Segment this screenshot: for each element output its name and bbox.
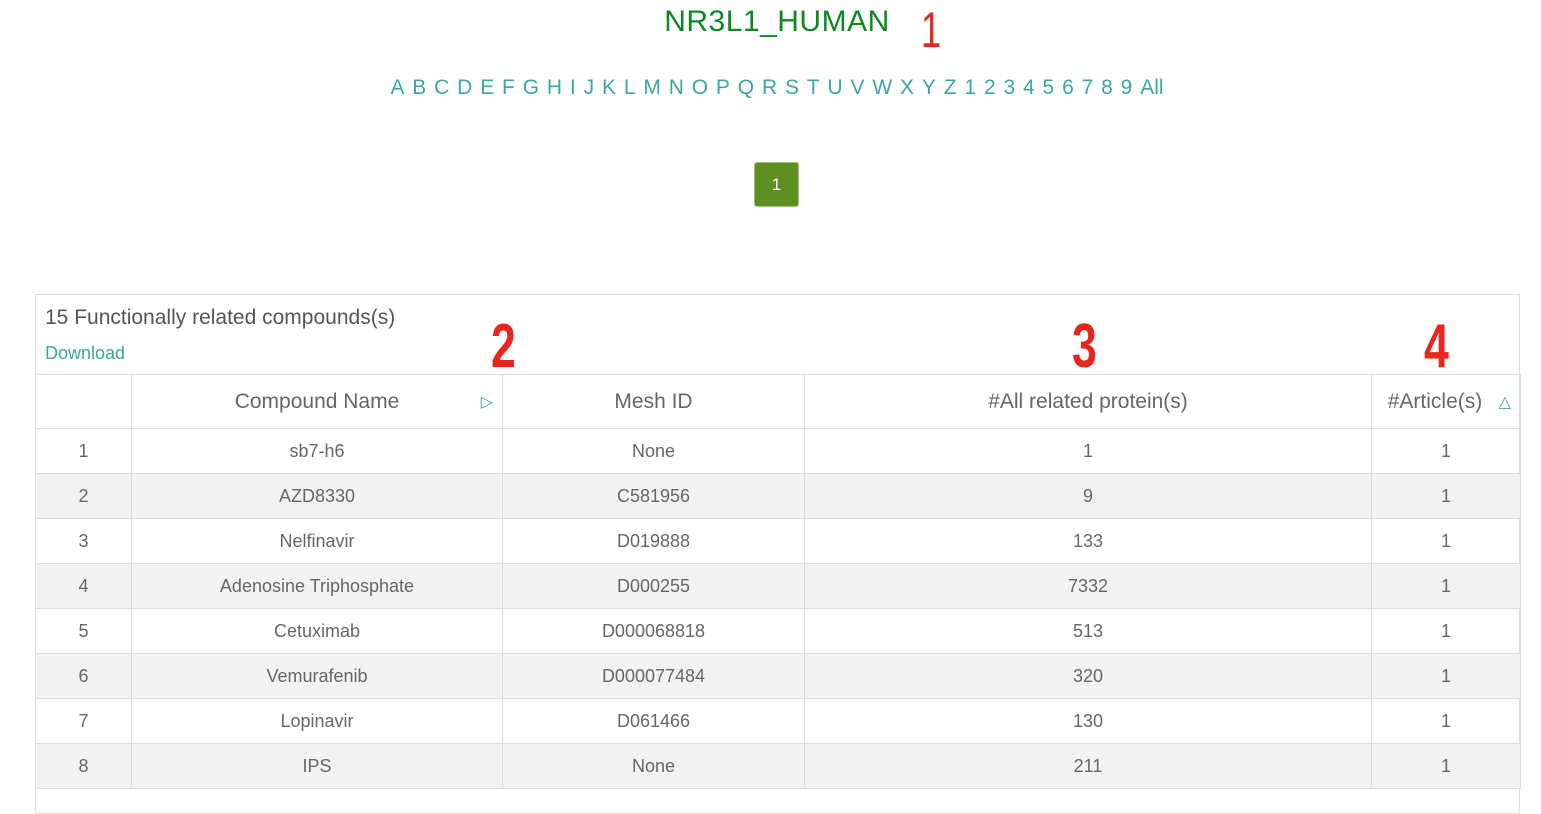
alphabet-filter-link[interactable]: 7 bbox=[1082, 76, 1094, 99]
annotation-marker-1: 1 bbox=[921, 2, 942, 58]
triangle-up-icon[interactable]: △ bbox=[1499, 392, 1511, 412]
alphabet-filter-link[interactable]: 6 bbox=[1062, 76, 1074, 99]
table-row: 6 Vemurafenib D000077484 320 1 bbox=[35, 653, 1521, 699]
alphabet-filter-link[interactable]: X bbox=[900, 76, 914, 99]
alphabet-filter-link[interactable]: Z bbox=[944, 76, 957, 99]
row-index-cell: 7 bbox=[35, 698, 132, 744]
alphabet-filter-link[interactable]: T bbox=[807, 76, 820, 99]
alphabet-filter-link[interactable]: O bbox=[692, 76, 708, 99]
mesh-id-cell[interactable]: C581956 bbox=[502, 473, 805, 519]
alphabet-filter-link[interactable]: P bbox=[716, 76, 730, 99]
panel-heading: 15 Functionally related compounds(s) bbox=[45, 306, 396, 329]
articles-link[interactable]: 1 bbox=[1371, 428, 1521, 474]
compound-name-link[interactable]: Nelfinavir bbox=[131, 518, 503, 564]
pagination-page-1[interactable]: 1 bbox=[754, 162, 799, 207]
alphabet-filter-link[interactable]: Q bbox=[738, 76, 754, 99]
compounds-table: Compound Name ▷ Mesh ID #All related pro… bbox=[35, 374, 1521, 789]
alphabet-filter-link[interactable]: J bbox=[584, 76, 595, 99]
table-row: 5 Cetuximab D000068818 513 1 bbox=[35, 608, 1521, 654]
alphabet-filter-link[interactable]: G bbox=[523, 76, 539, 99]
alphabet-filter-link[interactable]: 9 bbox=[1121, 76, 1133, 99]
compound-name-link[interactable]: sb7-h6 bbox=[131, 428, 503, 474]
annotation-marker-2: 2 bbox=[491, 312, 516, 381]
column-header-label: Compound Name bbox=[234, 389, 400, 413]
alphabet-filter-link[interactable]: H bbox=[547, 76, 562, 99]
row-index-cell: 5 bbox=[35, 608, 132, 654]
row-index-cell: 3 bbox=[35, 518, 132, 564]
table-row: 7 Lopinavir D061466 130 1 bbox=[35, 698, 1521, 744]
related-proteins-link[interactable]: 133 bbox=[804, 518, 1372, 564]
alphabet-filter-link[interactable]: 4 bbox=[1023, 76, 1035, 99]
alphabet-filter-link[interactable]: I bbox=[570, 76, 576, 99]
triangle-right-icon[interactable]: ▷ bbox=[481, 392, 493, 412]
alphabet-filter-link[interactable]: C bbox=[434, 76, 449, 99]
alphabet-filter-link[interactable]: V bbox=[851, 76, 865, 99]
table-row: 3 Nelfinavir D019888 133 1 bbox=[35, 518, 1521, 564]
alphabet-filter: A B C D E F G H I J K L M N O P Q R S T … bbox=[0, 74, 1541, 102]
alphabet-filter-link[interactable]: W bbox=[872, 76, 892, 99]
related-proteins-link[interactable]: 513 bbox=[804, 608, 1372, 654]
articles-link[interactable]: 1 bbox=[1371, 518, 1521, 564]
articles-link[interactable]: 1 bbox=[1371, 608, 1521, 654]
mesh-id-cell[interactable]: D000255 bbox=[502, 563, 805, 609]
compound-name-link[interactable]: Lopinavir bbox=[131, 698, 503, 744]
articles-link[interactable]: 1 bbox=[1371, 563, 1521, 609]
compound-name-link[interactable]: Cetuximab bbox=[131, 608, 503, 654]
table-row: 1 sb7-h6 None 1 1 bbox=[35, 428, 1521, 474]
alphabet-filter-link[interactable]: L bbox=[624, 76, 636, 99]
alphabet-filter-link[interactable]: K bbox=[602, 76, 616, 99]
articles-link[interactable]: 1 bbox=[1371, 653, 1521, 699]
column-header-compound-name[interactable]: Compound Name ▷ bbox=[131, 374, 503, 429]
articles-link[interactable]: 1 bbox=[1371, 698, 1521, 744]
mesh-id-cell[interactable]: D019888 bbox=[502, 518, 805, 564]
alphabet-filter-link[interactable]: U bbox=[827, 76, 842, 99]
alphabet-filter-link[interactable]: D bbox=[457, 76, 472, 99]
related-proteins-link[interactable]: 7332 bbox=[804, 563, 1372, 609]
table-row: 4 Adenosine Triphosphate D000255 7332 1 bbox=[35, 563, 1521, 609]
column-header-mesh-id[interactable]: Mesh ID bbox=[502, 374, 805, 429]
page-title: NR3L1_HUMAN bbox=[664, 5, 890, 38]
table-header-row: Compound Name ▷ Mesh ID #All related pro… bbox=[35, 374, 1521, 429]
annotation-marker-3: 3 bbox=[1072, 312, 1097, 381]
annotation-marker-4: 4 bbox=[1424, 312, 1449, 381]
alphabet-filter-link[interactable]: N bbox=[669, 76, 684, 99]
row-index-cell: 4 bbox=[35, 563, 132, 609]
download-link[interactable]: Download bbox=[45, 341, 125, 365]
compound-name-link[interactable]: Vemurafenib bbox=[131, 653, 503, 699]
row-index-cell: 6 bbox=[35, 653, 132, 699]
mesh-id-cell: None bbox=[502, 428, 805, 474]
alphabet-filter-link[interactable]: A bbox=[390, 76, 404, 99]
alphabet-filter-link[interactable]: E bbox=[480, 76, 494, 99]
alphabet-filter-link[interactable]: S bbox=[785, 76, 799, 99]
compound-name-link[interactable]: Adenosine Triphosphate bbox=[131, 563, 503, 609]
column-header-index bbox=[35, 374, 132, 429]
alphabet-filter-link[interactable]: 3 bbox=[1003, 76, 1015, 99]
alphabet-filter-link[interactable]: M bbox=[643, 76, 661, 99]
alphabet-filter-link[interactable]: Y bbox=[922, 76, 936, 99]
alphabet-filter-link[interactable]: R bbox=[762, 76, 777, 99]
mesh-id-cell[interactable]: D000068818 bbox=[502, 608, 805, 654]
alphabet-filter-link[interactable]: 2 bbox=[984, 76, 996, 99]
alphabet-filter-link[interactable]: All bbox=[1140, 76, 1163, 99]
alphabet-filter-link[interactable]: 1 bbox=[964, 76, 976, 99]
alphabet-filter-link[interactable]: B bbox=[412, 76, 426, 99]
alphabet-filter-link[interactable]: F bbox=[502, 76, 515, 99]
column-header-articles[interactable]: #Article(s) △ bbox=[1371, 374, 1521, 429]
articles-link[interactable]: 1 bbox=[1371, 473, 1521, 519]
mesh-id-cell[interactable]: D000077484 bbox=[502, 653, 805, 699]
alphabet-filter-link[interactable]: 5 bbox=[1043, 76, 1055, 99]
row-index-cell: 2 bbox=[35, 473, 132, 519]
related-proteins-link[interactable]: 130 bbox=[804, 698, 1372, 744]
compound-name-link[interactable]: AZD8330 bbox=[131, 473, 503, 519]
table-body: 1 sb7-h6 None 1 1 2 AZD8330 C581956 9 1 3 Nelfinavi… bbox=[35, 428, 1521, 789]
related-proteins-link[interactable]: 320 bbox=[804, 653, 1372, 699]
alphabet-filter-link[interactable]: 8 bbox=[1101, 76, 1113, 99]
table-row: 2 AZD8330 C581956 9 1 bbox=[35, 473, 1521, 519]
related-proteins-link[interactable]: 9 bbox=[804, 473, 1372, 519]
related-proteins-link[interactable]: 1 bbox=[804, 428, 1372, 474]
column-header-label: #Article(s) bbox=[1387, 389, 1483, 413]
row-index-cell: 1 bbox=[35, 428, 132, 474]
mesh-id-cell[interactable]: D061466 bbox=[502, 698, 805, 744]
column-header-related-proteins[interactable]: #All related protein(s) bbox=[804, 374, 1372, 429]
